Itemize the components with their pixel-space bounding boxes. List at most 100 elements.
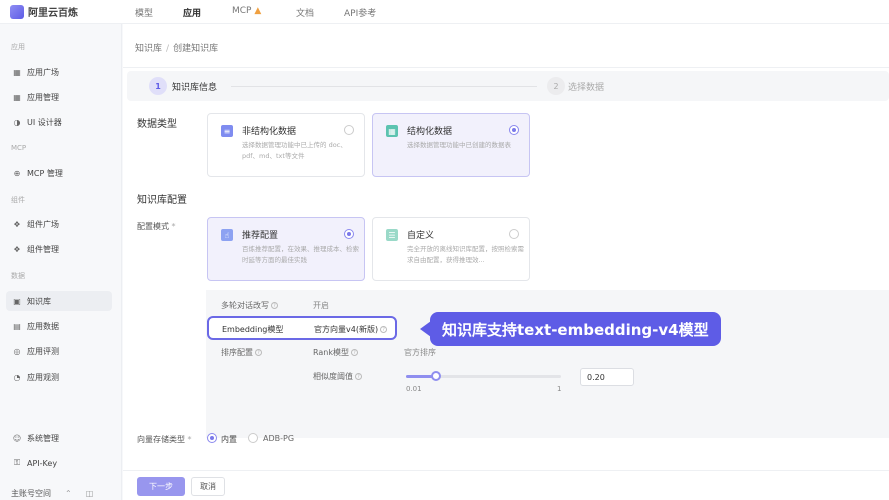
breadcrumb-separator: /	[166, 44, 170, 54]
builtin-store-label[interactable]: 内置	[221, 434, 237, 445]
sidebar-item-component-manage[interactable]: ❖ 组件管理	[6, 239, 112, 259]
recommended-radio[interactable]	[344, 229, 354, 239]
sliders-icon: ☰	[386, 229, 398, 241]
sidebar-item-knowledge-base[interactable]: ▣ 知识库	[6, 291, 112, 311]
pie-icon: ◔	[13, 372, 21, 382]
step-1-number: 1	[149, 77, 167, 95]
book-icon: ▣	[13, 296, 21, 306]
required-mark: *	[171, 222, 176, 231]
unstructured-data-card[interactable]: ≡ 非结构化数据 选择数据管理功能中已上传的 doc、pdf、md、txt等文件	[207, 113, 365, 177]
grid-icon: ▦	[13, 67, 21, 77]
rank-model-label: Rank模型?	[313, 347, 358, 358]
card-description: 选择数据管理功能中已上传的 doc、pdf、md、txt等文件	[242, 141, 347, 160]
step-connector	[231, 86, 537, 87]
embedding-model-value: 官方向量v4(新版)?	[314, 324, 388, 335]
recommended-config-card[interactable]: ☝ 推荐配置 百炼推荐配置，在效果、推理成本、检索时延等方面的最佳实践	[207, 217, 365, 281]
sidebar-item-label: 应用评测	[27, 346, 59, 356]
brand-name: 阿里云百炼	[28, 8, 78, 19]
threshold-slider[interactable]	[406, 371, 561, 381]
sidebar-item-label: 应用观测	[27, 372, 59, 382]
vector-store-text: 向量存储类型	[137, 435, 185, 444]
custom-config-card[interactable]: ☰ 自定义 完全开放的离线知识库配置，按照检索需求自由配置，获得推理效...	[372, 217, 530, 281]
sidebar-item-api-key[interactable]: ⚿ API-Key	[6, 453, 112, 473]
adb-pg-store-radio[interactable]	[248, 433, 258, 443]
help-icon[interactable]: ?	[380, 326, 388, 333]
sidebar-item-app-manage[interactable]: ▦ 应用管理	[6, 87, 112, 107]
multi-turn-value: 开启	[313, 301, 329, 310]
topnav-mcp[interactable]: MCP ▲	[232, 6, 261, 16]
sidebar-item-label: 应用管理	[27, 92, 59, 102]
embedding-model-label: Embedding模型	[222, 325, 284, 334]
unstructured-radio[interactable]	[344, 125, 354, 135]
help-icon[interactable]: ?	[355, 373, 362, 380]
card-title: 推荐配置	[242, 231, 279, 241]
help-icon[interactable]: ?	[255, 349, 262, 356]
topnav-api[interactable]: API参考	[344, 6, 376, 19]
topnav-apps[interactable]: 应用	[183, 6, 201, 19]
rank-model-text: Rank模型	[313, 348, 349, 357]
custom-radio[interactable]	[509, 229, 519, 239]
sidebar-group-apps: 应用	[11, 43, 25, 51]
step-2-label: 选择数据	[568, 83, 605, 93]
card-title: 非结构化数据	[242, 127, 297, 137]
chevron-up-icon: ⌃	[65, 489, 72, 498]
vector-store-label: 向量存储类型 *	[137, 434, 192, 445]
rank-model-value: 官方排序	[404, 348, 436, 357]
thumbs-up-icon: ☝	[221, 229, 233, 241]
adb-pg-store-label[interactable]: ADB-PG	[263, 434, 294, 443]
rank-group-text: 排序配置	[221, 348, 253, 357]
chart-icon: ▤	[13, 321, 21, 331]
sidebar-item-ui-designer[interactable]: ◑ UI 设计器	[6, 112, 112, 132]
palette-icon: ◑	[13, 117, 21, 127]
help-icon[interactable]: ?	[271, 302, 278, 309]
collapse-sidebar-icon[interactable]: ◫	[86, 489, 94, 498]
sidebar-item-label: 系统管理	[27, 433, 59, 443]
breadcrumb-root[interactable]: 知识库	[135, 44, 162, 54]
required-mark: *	[187, 435, 192, 444]
builtin-store-radio[interactable]	[207, 433, 217, 443]
card-description: 百炼推荐配置，在效果、推理成本、检索时延等方面的最佳实践	[242, 245, 359, 264]
sidebar: 应用 ▦ 应用广场 ▦ 应用管理 ◑ UI 设计器 MCP ⊕ MCP 管理 组…	[0, 24, 122, 500]
card-description: 选择数据管理功能中已创建的数据表	[407, 141, 511, 149]
grid-icon: ▦	[13, 92, 21, 102]
sidebar-item-mcp-manage[interactable]: ⊕ MCP 管理	[6, 163, 112, 183]
topnav-models[interactable]: 模型	[135, 6, 153, 19]
sidebar-item-component-square[interactable]: ❖ 组件广场	[6, 214, 112, 234]
threshold-input[interactable]: 0.20	[580, 368, 634, 386]
top-bar: 阿里云百炼 模型 应用 MCP ▲ 文档 API参考	[0, 0, 889, 24]
workspace-switcher[interactable]: 主账号空间 ⌃ ◫	[11, 488, 93, 499]
help-icon[interactable]: ?	[351, 349, 358, 356]
sidebar-item-system[interactable]: ☺ 系统管理	[6, 428, 112, 448]
sidebar-item-app-eval[interactable]: ◎ 应用评测	[6, 341, 112, 361]
config-mode-text: 配置模式	[137, 222, 169, 231]
document-icon: ≡	[221, 125, 233, 137]
puzzle-icon: ❖	[13, 219, 21, 229]
brand-logo[interactable]: 阿里云百炼	[10, 4, 78, 19]
card-title: 结构化数据	[407, 127, 453, 137]
kb-config-label: 知识库配置	[137, 195, 187, 206]
breadcrumb-current: 创建知识库	[173, 44, 219, 54]
structured-radio[interactable]	[509, 125, 519, 135]
next-step-button[interactable]: 下一步	[137, 477, 185, 496]
flame-icon: ▲	[254, 6, 262, 16]
breadcrumb: 知识库 / 创建知识库	[135, 41, 218, 54]
step-1-label: 知识库信息	[172, 83, 218, 93]
card-title: 自定义	[407, 231, 435, 241]
topnav-docs[interactable]: 文档	[296, 6, 314, 19]
sidebar-group-mcp: MCP	[11, 144, 27, 152]
sidebar-item-app-data[interactable]: ▤ 应用数据	[6, 316, 112, 336]
embedding-model-row[interactable]: Embedding模型 官方向量v4(新版)?	[207, 316, 397, 340]
rank-group-label: 排序配置?	[221, 347, 262, 358]
embedding-model-text: 官方向量v4(新版)	[314, 325, 379, 334]
threshold-label: 相似度阈值?	[313, 371, 362, 382]
sidebar-item-label: 组件广场	[27, 219, 59, 229]
sidebar-item-label: 知识库	[27, 296, 51, 306]
slider-thumb[interactable]	[431, 371, 441, 381]
puzzle-icon: ❖	[13, 244, 21, 254]
sidebar-item-app-observe[interactable]: ◔ 应用观测	[6, 367, 112, 387]
sidebar-item-app-square[interactable]: ▦ 应用广场	[6, 62, 112, 82]
sidebar-group-components: 组件	[11, 196, 25, 204]
cancel-button[interactable]: 取消	[191, 477, 225, 496]
structured-data-card[interactable]: ▦ 结构化数据 选择数据管理功能中已创建的数据表	[372, 113, 530, 177]
footer-bar: 下一步 取消	[123, 470, 889, 500]
